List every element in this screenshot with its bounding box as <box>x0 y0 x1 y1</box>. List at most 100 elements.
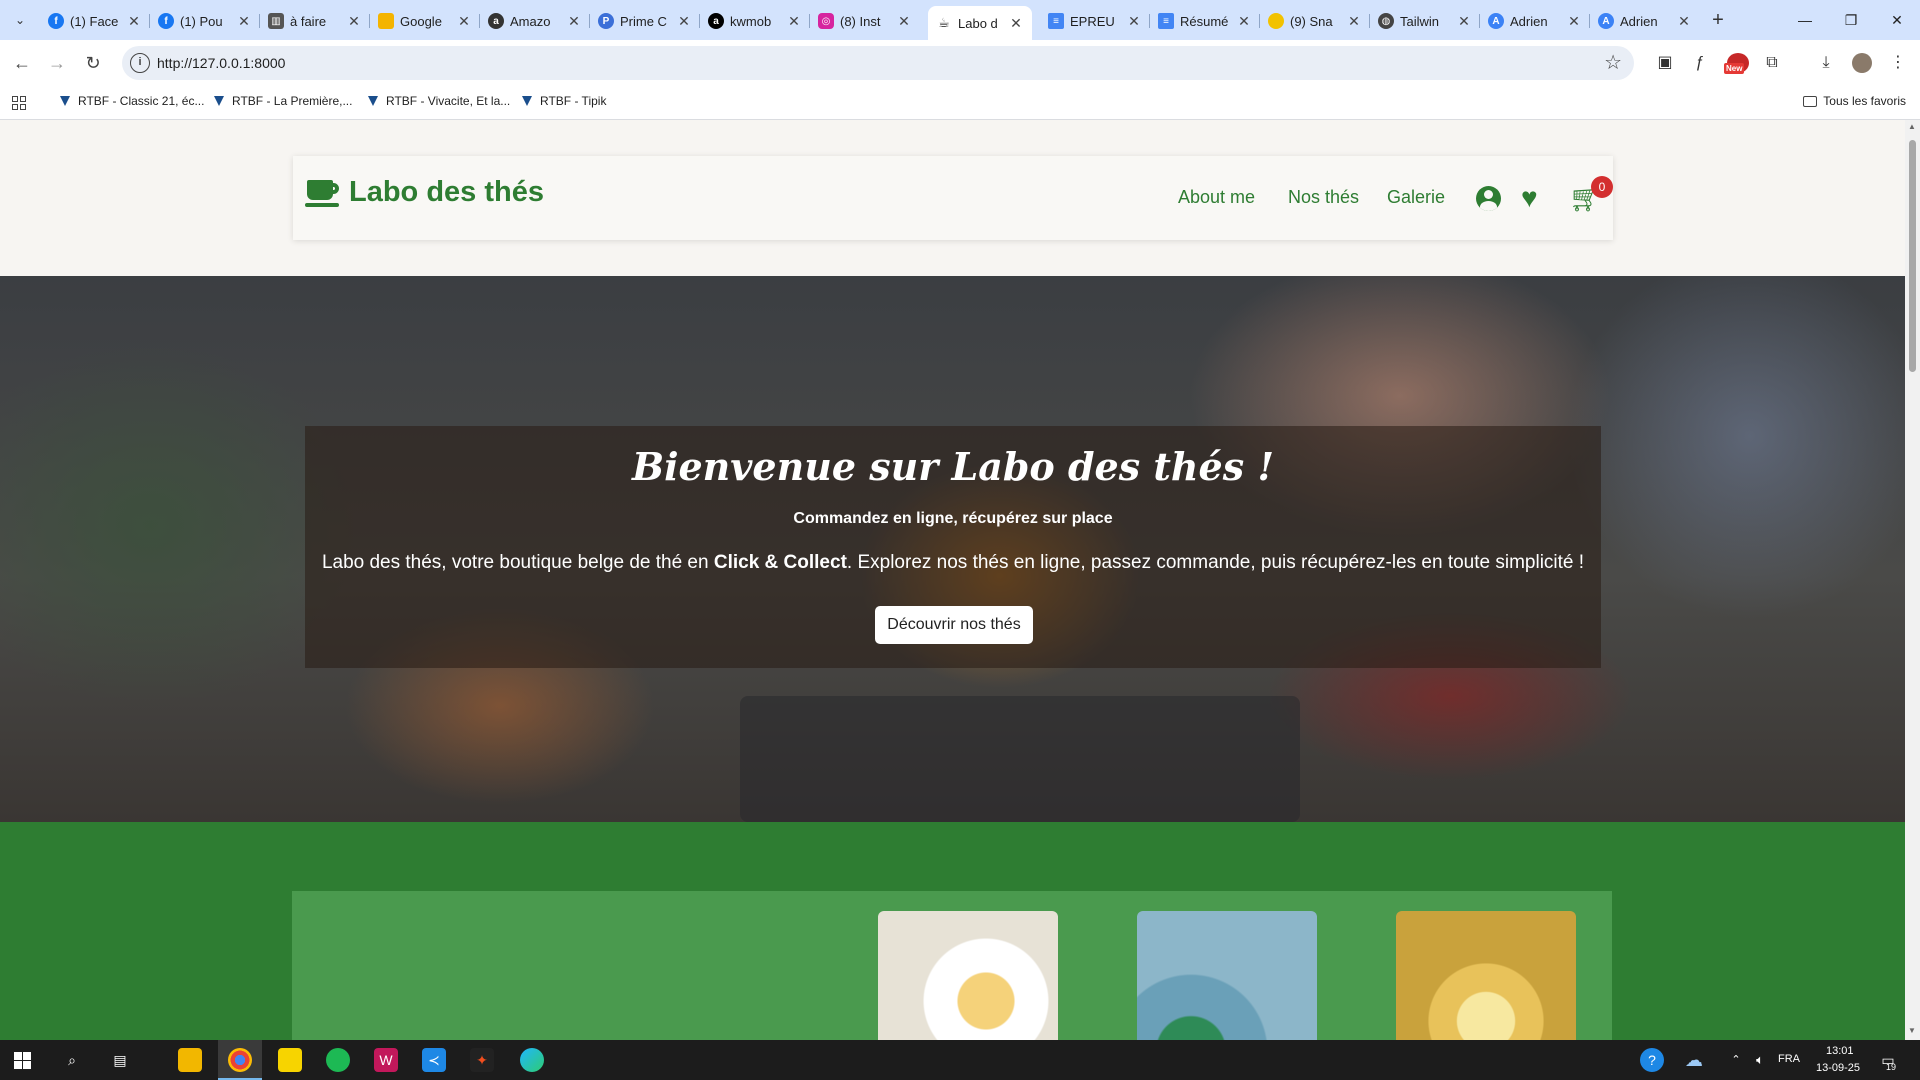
teacup-icon <box>305 178 341 208</box>
bookmark-rtbf-la-premiere[interactable]: RTBF - La Première,... <box>214 94 352 108</box>
close-tab-icon[interactable]: ✕ <box>786 13 802 30</box>
close-tab-icon[interactable]: ✕ <box>126 13 142 30</box>
close-tab-icon[interactable]: ✕ <box>1236 13 1252 30</box>
search-icon[interactable]: ⌕ <box>60 1048 84 1072</box>
heart-favorites-icon[interactable]: ♥ <box>1521 184 1538 212</box>
forward-arrow-icon[interactable]: → <box>43 49 71 77</box>
tea-card-mint[interactable] <box>1137 911 1317 1040</box>
close-tab-icon[interactable]: ✕ <box>676 13 692 30</box>
task-view-icon[interactable]: ▤ <box>108 1048 132 1072</box>
tea-card-lemon[interactable] <box>878 911 1058 1040</box>
tab-title: Tailwin <box>1400 13 1440 29</box>
new-extension-icon[interactable]: New <box>1722 51 1754 75</box>
discover-teas-button[interactable]: Découvrir nos thés <box>875 606 1033 644</box>
close-tab-icon[interactable]: ✕ <box>896 13 912 30</box>
tab-trello[interactable]: ▥ à faire ✕ <box>260 6 370 36</box>
edge-icon[interactable] <box>520 1048 544 1072</box>
close-tab-icon[interactable]: ✕ <box>1346 13 1362 30</box>
tab-resume[interactable]: ≡ Résumé ✕ <box>1150 6 1260 36</box>
clock-time[interactable]: 13:01 <box>1826 1045 1854 1057</box>
file-explorer-icon[interactable] <box>178 1048 202 1072</box>
brand-logo-link[interactable]: Labo des thés <box>305 176 544 209</box>
clock-date[interactable]: 13-09-25 <box>1816 1062 1860 1074</box>
nav-galerie[interactable]: Galerie <box>1387 187 1445 208</box>
site-info-icon[interactable]: i <box>130 53 150 73</box>
chrome-icon[interactable] <box>228 1048 252 1072</box>
tray-chevron-up-icon[interactable]: ⌃ <box>1724 1048 1748 1072</box>
scrollbar-thumb[interactable] <box>1909 140 1916 372</box>
nav-nos-thes[interactable]: Nos thés <box>1288 187 1359 208</box>
restore-icon[interactable]: ❐ <box>1828 0 1874 40</box>
tab-title: Prime C <box>620 13 667 29</box>
tab-title: (1) Face <box>70 13 119 29</box>
tab-epreuve[interactable]: ≡ EPREU ✕ <box>1040 6 1150 36</box>
bookmark-rtbf-classic21[interactable]: RTBF - Classic 21, éc... <box>60 94 204 108</box>
menu-kebab-icon[interactable]: ⋮ <box>1886 51 1910 75</box>
close-tab-icon[interactable]: ✕ <box>1126 13 1142 30</box>
close-tab-icon[interactable]: ✕ <box>1566 13 1582 30</box>
apps-grid-icon[interactable] <box>12 96 26 110</box>
tab-search-chevron-icon[interactable]: ⌄ <box>8 8 32 32</box>
windows-start-icon[interactable] <box>14 1052 31 1069</box>
tab-prime[interactable]: P Prime C ✕ <box>590 6 700 36</box>
tab-title: Google <box>400 13 442 29</box>
cast-icon[interactable]: ▣ <box>1653 51 1677 75</box>
tab-facebook-1[interactable]: f (1) Face ✕ <box>40 6 150 36</box>
tab-title: Résumé <box>1180 13 1229 29</box>
close-tab-icon[interactable]: ✕ <box>1456 13 1472 30</box>
profile-avatar[interactable] <box>1850 51 1874 75</box>
tab-amazon[interactable]: a Amazo ✕ <box>480 6 590 36</box>
tab-google-keep[interactable]: Google ✕ <box>370 6 480 36</box>
user-account-icon[interactable] <box>1476 186 1501 211</box>
minimize-icon[interactable]: — <box>1782 0 1828 40</box>
browser-toolbar: ← → ↻ i http://127.0.0.1:8000 ☆ ▣ ƒ New … <box>0 40 1920 86</box>
extension-f-icon[interactable]: ƒ <box>1688 51 1712 75</box>
scroll-up-icon[interactable]: ▲ <box>1908 122 1916 131</box>
new-tab-plus-icon[interactable]: + <box>1704 8 1732 32</box>
tab-kwmob[interactable]: a kwmob ✕ <box>700 6 810 36</box>
close-tab-icon[interactable]: ✕ <box>1676 13 1692 30</box>
bookmark-star-icon[interactable]: ☆ <box>1604 50 1622 75</box>
close-tab-icon[interactable]: ✕ <box>236 13 252 30</box>
download-icon[interactable]: ⤓ <box>1814 51 1838 75</box>
close-window-icon[interactable]: ✕ <box>1874 0 1920 40</box>
tab-adrien-1[interactable]: A Adrien ✕ <box>1480 6 1590 36</box>
bookmark-rtbf-tipik[interactable]: RTBF - Tipik <box>522 94 606 108</box>
featured-teas-section <box>0 822 1905 1040</box>
tab-title: (1) Pou <box>180 13 223 29</box>
windows-taskbar: ⌕ ▤ W ≺ ✦ ? ☁ ⌃ 🔈︎ FRA 13:01 13-09-25 ▭ … <box>0 1040 1920 1080</box>
page-scrollbar[interactable]: ▲ ▼ <box>1905 120 1920 1040</box>
onedrive-cloud-icon[interactable]: ☁ <box>1682 1048 1706 1072</box>
figma-icon[interactable]: ✦ <box>470 1048 494 1072</box>
nav-about-me[interactable]: About me <box>1178 187 1255 208</box>
scroll-down-icon[interactable]: ▼ <box>1908 1026 1916 1035</box>
tab-tailwind[interactable]: ◍ Tailwin ✕ <box>1370 6 1480 36</box>
help-icon[interactable]: ? <box>1640 1048 1664 1072</box>
tab-facebook-2[interactable]: f (1) Pou ✕ <box>150 6 260 36</box>
extensions-puzzle-icon[interactable]: ⧉ <box>1760 51 1784 75</box>
tea-card-chamomile[interactable] <box>1396 911 1576 1040</box>
volume-icon[interactable]: 🔈︎ <box>1748 1048 1772 1072</box>
vscode-icon[interactable]: ≺ <box>422 1048 446 1072</box>
app-w-icon[interactable]: W <box>374 1048 398 1072</box>
tab-instagram[interactable]: ◎ (8) Inst ✕ <box>810 6 920 36</box>
tab-labo-des-thes[interactable]: ☕ Labo d ✕ <box>928 6 1032 40</box>
tab-snapchat[interactable]: (9) Sna ✕ <box>1260 6 1370 36</box>
all-favorites-folder[interactable]: Tous les favoris <box>1803 94 1906 108</box>
language-indicator[interactable]: FRA <box>1778 1053 1800 1065</box>
facebook-icon: f <box>158 13 174 29</box>
sticky-notes-icon[interactable] <box>278 1048 302 1072</box>
reload-icon[interactable]: ↻ <box>79 49 107 77</box>
close-tab-icon[interactable]: ✕ <box>1008 15 1024 32</box>
back-arrow-icon[interactable]: ← <box>8 49 36 77</box>
close-tab-icon[interactable]: ✕ <box>456 13 472 30</box>
tab-adrien-2[interactable]: A Adrien ✕ <box>1590 6 1700 36</box>
address-bar[interactable]: i http://127.0.0.1:8000 ☆ <box>122 46 1634 80</box>
close-tab-icon[interactable]: ✕ <box>346 13 362 30</box>
bookmark-rtbf-vivacite[interactable]: RTBF - Vivacite, Et la... <box>368 94 510 108</box>
close-tab-icon[interactable]: ✕ <box>566 13 582 30</box>
rtbf-icon <box>214 96 224 106</box>
url-text[interactable]: http://127.0.0.1:8000 <box>157 55 285 71</box>
spotify-icon[interactable] <box>326 1048 350 1072</box>
hero-text-part: Labo des thés, votre boutique belge de t… <box>321 552 714 573</box>
